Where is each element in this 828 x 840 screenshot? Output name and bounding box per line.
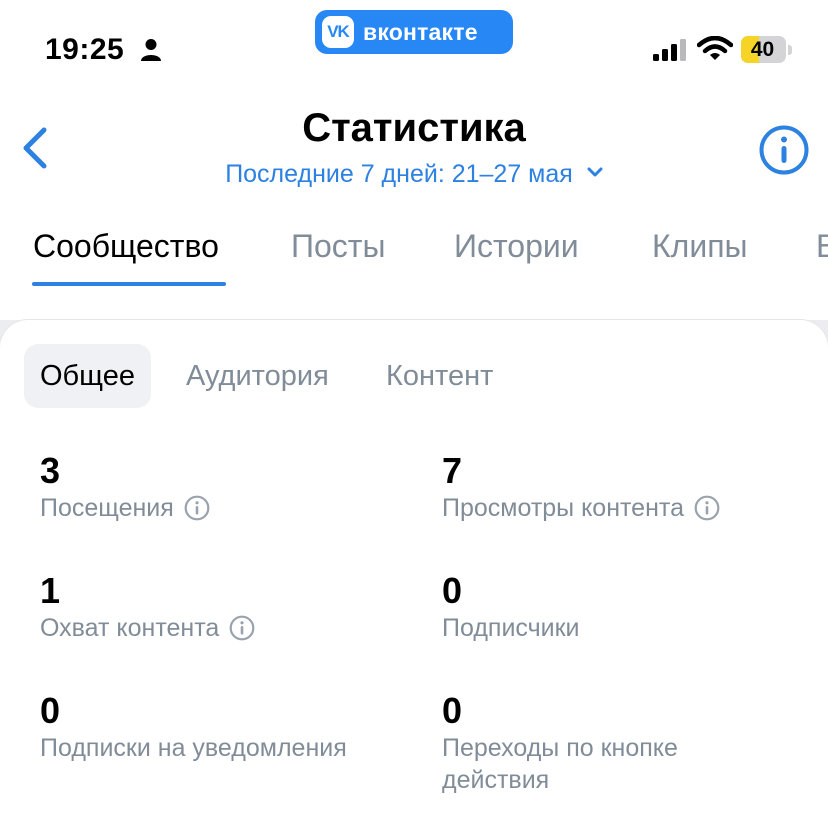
battery-icon: 40 <box>741 36 786 63</box>
stat-action-clicks-label: Переходы по кнопке действия <box>442 732 678 796</box>
stat-subscribers-label: Подписчики <box>442 614 580 642</box>
tab-stories[interactable]: Истории <box>454 228 579 265</box>
stat-content-views-label-text: Просмотры контента <box>442 494 684 522</box>
person-icon <box>141 39 161 61</box>
tab-more[interactable]: В <box>816 228 828 265</box>
stat-action-clicks-label-line2: действия <box>442 766 550 794</box>
segment-audience[interactable]: Аудитория <box>186 344 329 408</box>
vk-app-badge: VK вконтакте <box>315 10 513 54</box>
period-label: Последние 7 дней: 21–27 мая <box>225 160 573 188</box>
signal-icon <box>653 39 686 61</box>
info-icon[interactable] <box>184 495 210 521</box>
stat-subscribers-value: 0 <box>442 570 463 611</box>
stat-action-clicks-value: 0 <box>442 690 463 731</box>
stat-content-reach-label-text: Охват контента <box>40 614 220 642</box>
chevron-down-icon <box>587 167 603 177</box>
active-tab-indicator <box>32 282 226 286</box>
page-title: Статистика <box>302 106 526 150</box>
battery-level: 40 <box>750 38 775 61</box>
tab-community[interactable]: Сообщество <box>33 228 219 265</box>
tab-posts[interactable]: Посты <box>291 228 385 265</box>
info-icon[interactable] <box>758 124 810 176</box>
vk-brand-text: вконтакте <box>363 18 478 45</box>
stat-visits-label-text: Посещения <box>40 494 174 522</box>
stat-visits-label: Посещения <box>40 492 210 524</box>
stat-content-reach-label: Охват контента <box>40 612 255 644</box>
stat-content-views-label: Просмотры контента <box>442 492 720 524</box>
stat-visits-value: 3 <box>40 450 61 491</box>
segment-content[interactable]: Контент <box>386 344 493 408</box>
stat-notification-subs-value: 0 <box>40 690 61 731</box>
battery-tip <box>788 45 792 55</box>
wifi-icon <box>697 36 733 60</box>
section-tabs: Сообщество Посты Истории Клипы В <box>0 228 828 288</box>
period-selector[interactable]: Последние 7 дней: 21–27 мая <box>0 160 828 189</box>
segment-general[interactable]: Общее <box>24 344 151 408</box>
info-icon[interactable] <box>694 495 720 521</box>
stat-notification-subs-label: Подписки на уведомления <box>40 734 347 762</box>
status-time: 19:25 <box>45 33 125 66</box>
stat-content-views-value: 7 <box>442 450 463 491</box>
info-icon[interactable] <box>229 615 255 641</box>
vk-logo-icon: VK <box>322 16 354 48</box>
tab-clips[interactable]: Клипы <box>652 228 748 265</box>
stat-action-clicks-label-line1: Переходы по кнопке <box>442 734 678 762</box>
stat-content-reach-value: 1 <box>40 570 61 611</box>
